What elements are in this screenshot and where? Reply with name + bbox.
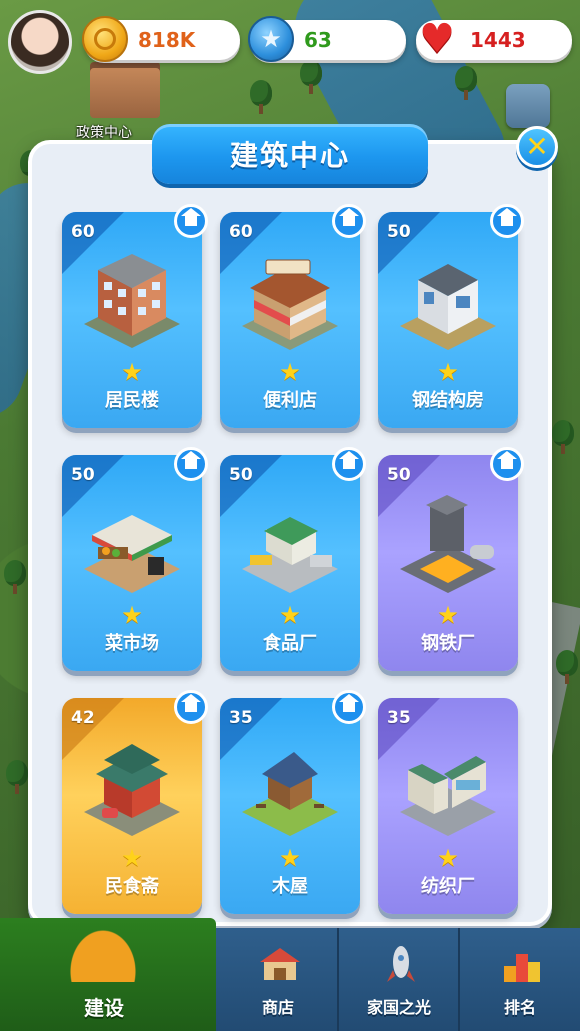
rocket-icon [387,946,415,982]
policy-center-label: 政策中心 [76,125,132,141]
residential-building-icon [84,254,180,348]
tree [4,560,26,594]
star-icon: ★ [279,601,301,629]
card-name: 菜市场 [105,633,159,654]
building-card-food-factory[interactable]: 50 ★ 食品厂 [220,447,366,671]
home-icon[interactable] [174,690,208,724]
card-level: 42 [71,708,95,728]
card-name: 便利店 [263,390,317,411]
podium-icon [504,954,540,982]
star-icon: ★ [121,358,143,386]
building-card-residential[interactable]: 60 ★ 居民楼 [62,204,208,428]
coin-icon [82,16,128,62]
home-icon[interactable] [332,447,366,481]
heart-counter[interactable]: ♥ 1443 [416,16,572,62]
building-card-wooden-house[interactable]: 35 ★ 木屋 [220,690,366,914]
tree [250,80,272,114]
card-level: 35 [387,708,411,728]
convenience-store-icon [242,259,338,350]
star-counter[interactable]: ★ 63 [248,16,406,62]
heart-value: 1443 [470,28,526,52]
coin-counter[interactable]: 818K [82,16,240,62]
card-level: 35 [229,708,253,728]
shop-icon [260,948,300,980]
star-icon: ★ [437,358,459,386]
card-name: 钢铁厂 [421,633,475,654]
dialog-title: 建筑中心 [152,124,428,184]
card-name: 钢结构房 [412,390,484,411]
nav-build[interactable]: 建设 [0,918,216,1031]
home-icon[interactable] [174,447,208,481]
star-icon: ★ [248,16,294,62]
card-level: 50 [387,465,411,485]
card-name: 木屋 [272,876,308,897]
side-menu-icon[interactable] [506,84,550,128]
card-level: 50 [387,222,411,242]
building-card-convenience-store[interactable]: 60 ★ 便利店 [220,204,366,428]
nav-build-label: 建设 [84,996,124,1020]
food-factory-icon [242,517,338,593]
card-level: 60 [229,222,253,242]
building-card-steel-mill[interactable]: 50 ★ 钢铁厂 [378,447,524,671]
coin-value: 818K [138,28,196,52]
nav-ranking-label: 排名 [503,998,536,1017]
card-level: 50 [71,465,95,485]
tree [552,420,574,454]
star-icon: ★ [121,601,143,629]
star-icon: ★ [279,358,301,386]
star-icon: ★ [437,601,459,629]
home-icon[interactable] [174,204,208,238]
nav-shop-label: 商店 [261,998,294,1017]
star-icon: ★ [121,844,143,872]
card-name: 食品厂 [263,633,317,654]
close-button[interactable]: ✕ [516,126,558,168]
building-card-steel-house[interactable]: 50 ★ 钢结构房 [378,204,524,428]
building-card-vegetable-market[interactable]: 50 ★ 菜市场 [62,447,208,671]
star-icon: ★ [437,844,459,872]
card-name: 居民楼 [105,390,159,411]
tree [300,60,322,94]
building-card-textile-mill[interactable]: 35 ★ 纺织厂 [378,698,518,914]
tree [6,760,28,794]
home-icon[interactable] [490,447,524,481]
home-icon[interactable] [490,204,524,238]
steel-mill-icon [400,495,496,593]
tree [556,650,578,684]
nav-homeland-label: 家国之光 [366,998,431,1017]
card-name: 纺织厂 [421,876,475,897]
home-icon[interactable] [332,690,366,724]
card-name: 民食斋 [105,876,159,897]
policy-center-building[interactable] [90,62,160,118]
nav-homeland[interactable]: 家国之光 [339,928,459,1031]
nav-ranking[interactable]: 排名 [460,928,580,1031]
home-icon[interactable] [332,204,366,238]
star-value: 63 [304,28,332,52]
wooden-house-icon [242,752,338,836]
star-icon: ★ [279,844,301,872]
minshizhai-icon [84,744,180,836]
vegetable-market-icon [84,515,180,593]
steel-house-icon [400,264,496,350]
card-level: 60 [71,222,95,242]
building-card-minshizhai[interactable]: 42 ★ 民食斋 [62,690,208,914]
tree [455,66,477,100]
player-avatar[interactable] [8,10,72,74]
nav-shop[interactable]: 商店 [218,928,338,1031]
heart-icon: ♥ [419,16,455,62]
card-level: 50 [229,465,253,485]
textile-mill-icon [400,756,496,836]
